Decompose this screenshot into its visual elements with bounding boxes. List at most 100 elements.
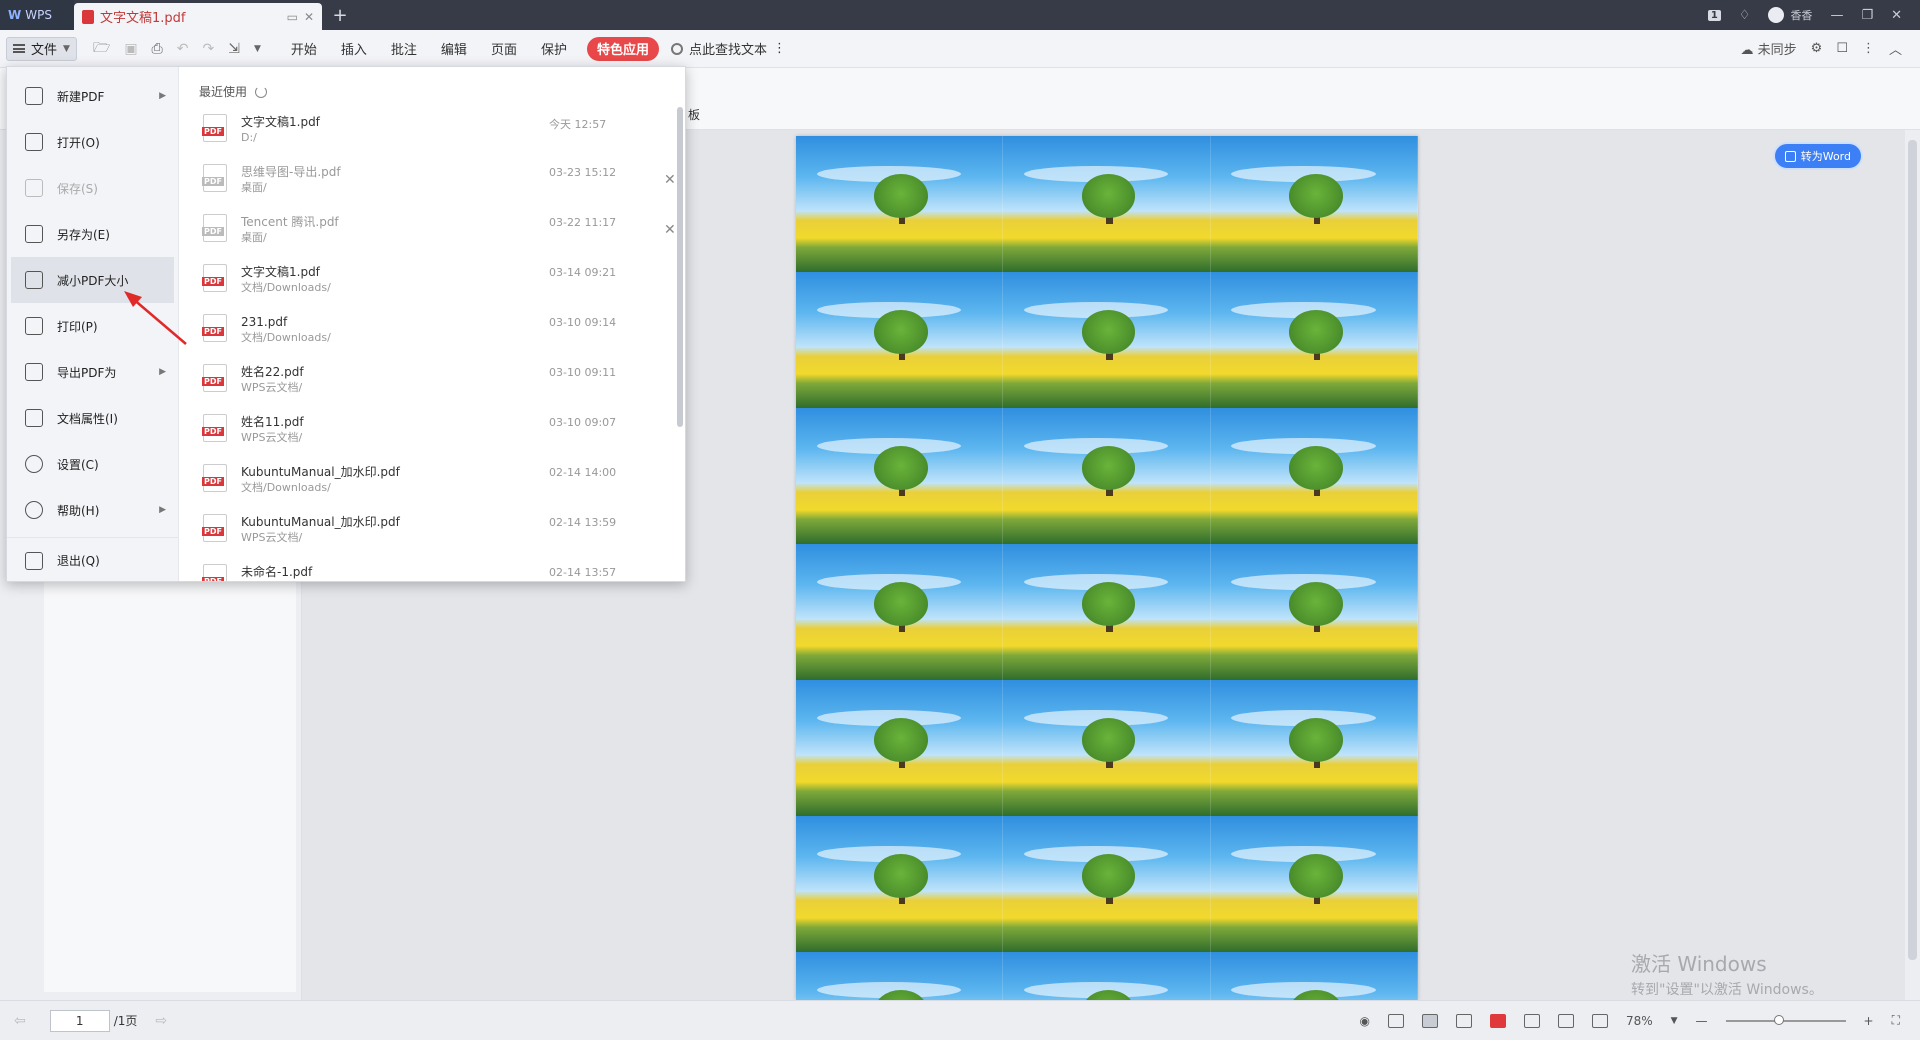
two-page-view-icon[interactable] (1455, 1013, 1472, 1028)
file-menu-item-print[interactable]: 打印(P) (7, 303, 178, 349)
title-bar: W WPS 文字文稿1.pdf ▭ ✕ + 1 ♢ 香香 — ❐ ✕ (0, 0, 1920, 30)
file-menu-item-reduce-pdf-size[interactable]: 减小PDF大小 (11, 257, 174, 303)
pdf-file-icon: PDF (202, 114, 227, 142)
skin-icon[interactable]: ♢ (1739, 8, 1751, 23)
help-icon (25, 501, 43, 519)
recent-file-row[interactable]: PDF 文字文稿1.pdf 文档/Downloads/03-14 09:21 (199, 258, 685, 308)
zoom-out-icon[interactable]: — (1696, 1014, 1708, 1028)
zoom-dropdown-icon[interactable]: ▼ (1671, 1016, 1678, 1026)
sync-status[interactable]: ☁ 未同步 (1741, 39, 1797, 58)
recent-file-row[interactable]: PDF 文字文稿1.pdf D:/ 今天 12:57 (199, 108, 685, 158)
eye-protect-icon[interactable]: ◉ (1359, 1014, 1369, 1028)
file-menu-item-open[interactable]: 打开(O) (7, 119, 178, 165)
file-menu-item-save-as[interactable]: 另存为(E) (7, 211, 178, 257)
find-text-button[interactable]: 点此查找文本 ⋮ (670, 39, 786, 58)
next-page-icon[interactable]: ⇨ (155, 1013, 167, 1029)
wps-logo-icon: W (8, 8, 22, 22)
landscape-image-tile (1003, 544, 1211, 680)
refresh-icon[interactable] (255, 85, 268, 98)
recent-file-row[interactable]: PDF KubuntuManual_加水印.pdf 文档/Downloads/02-… (199, 458, 685, 508)
tab-featured-apps[interactable]: 特色应用 (586, 36, 659, 61)
remove-recent-icon[interactable]: ✕ (664, 222, 676, 238)
fit-page-icon[interactable] (1557, 1013, 1574, 1028)
undo-icon[interactable]: ↶ (177, 41, 189, 57)
pdf-tag-icon: PDF (202, 527, 224, 536)
prev-page-icon[interactable]: ⇦ (14, 1013, 26, 1029)
recent-file-info: 思维导图-导出.pdf 桌面/ (241, 164, 341, 196)
more-dots-icon[interactable]: ⋮ (773, 41, 786, 56)
pdf-file-icon: PDF (202, 164, 227, 192)
convert-to-word-button[interactable]: 转为Word (1772, 142, 1863, 170)
tab-insert[interactable]: 插入 (329, 37, 379, 61)
watermark-line2: 转到"设置"以激活 Windows。 (1631, 982, 1823, 998)
landscape-image-tile (1003, 408, 1211, 544)
export-icon[interactable]: ⇲ (228, 41, 240, 57)
recent-file-row[interactable]: PDF 姓名11.pdf WPS云文档/03-10 09:07 (199, 408, 685, 458)
page-number-input[interactable]: 1 (49, 1009, 110, 1032)
restore-icon[interactable]: ❐ (1861, 8, 1873, 23)
recent-file-path: 桌面/ (241, 231, 267, 244)
remove-recent-icon[interactable]: ✕ (664, 172, 676, 188)
fullscreen-icon[interactable]: ⛶ (1892, 1013, 1900, 1028)
pin-icon[interactable]: ▭ (287, 10, 298, 24)
file-menu-item-exit[interactable]: 退出(Q) (7, 537, 178, 583)
file-menu-item-new-pdf[interactable]: 新建PDF ▶ (7, 73, 178, 119)
comment-icon[interactable]: ☐ (1836, 41, 1848, 56)
play-icon[interactable] (1489, 1013, 1506, 1028)
file-menu-item-save[interactable]: 保存(S) (7, 165, 178, 211)
close-tab-icon[interactable]: ✕ (304, 10, 314, 24)
vertical-scrollbar[interactable] (1905, 130, 1920, 1000)
print-icon[interactable]: ⎙ (152, 41, 163, 57)
convert-to-word-label: 转为Word (1800, 150, 1851, 163)
tab-edit[interactable]: 编辑 (429, 37, 479, 61)
tab-page[interactable]: 页面 (479, 37, 529, 61)
redo-icon[interactable]: ↷ (202, 41, 214, 57)
tab-protect[interactable]: 保护 (529, 37, 579, 61)
recent-file-row[interactable]: PDF Tencent 腾讯.pdf 桌面/03-22 11:17 ✕ (199, 208, 685, 258)
tab-annotate[interactable]: 批注 (379, 37, 429, 61)
actual-size-icon[interactable] (1591, 1013, 1608, 1028)
recent-file-row[interactable]: PDF 姓名22.pdf WPS云文档/03-10 09:11 (199, 358, 685, 408)
file-menu-item-settings[interactable]: 设置(C) (7, 441, 178, 487)
landscape-image-tile (796, 544, 1004, 680)
zoom-slider[interactable] (1725, 1014, 1846, 1025)
user-account[interactable]: 香香 (1768, 7, 1812, 23)
recent-files-scrollbar[interactable] (677, 107, 683, 427)
pdf-page[interactable] (796, 136, 1418, 1000)
single-page-view-icon[interactable] (1387, 1013, 1404, 1028)
open-folder-icon[interactable]: 🗁 (93, 37, 110, 61)
file-menu-item-help[interactable]: 帮助(H) ▶ (7, 487, 178, 533)
workspace-badge-icon[interactable]: 1 (1707, 9, 1721, 21)
file-menu-button[interactable]: 文件 ▼ (6, 36, 77, 61)
file-menu-commands: 新建PDF ▶ 打开(O) 保存(S) 另存为(E) 减小PDF大小 打印(P) 导出PDF为… (7, 67, 179, 581)
tab-start[interactable]: 开始 (279, 37, 329, 61)
continuous-view-icon[interactable] (1421, 1013, 1438, 1028)
settings-gear-icon[interactable]: ⚙ (1811, 41, 1823, 56)
new-tab-button[interactable]: + (322, 0, 358, 30)
submenu-arrow-icon: ▶ (159, 91, 166, 101)
tree-shape (1289, 582, 1343, 626)
file-menu-item-document-properties[interactable]: 文档属性(I) (7, 395, 178, 441)
fit-width-icon[interactable] (1523, 1013, 1540, 1028)
recent-file-row[interactable]: PDF 231.pdf 文档/Downloads/03-10 09:14 (199, 308, 685, 358)
document-tab[interactable]: 文字文稿1.pdf ▭ ✕ (74, 3, 322, 30)
zoom-slider-knob[interactable] (1773, 1014, 1784, 1025)
save-icon[interactable]: ▣ (124, 41, 137, 57)
more-vertical-icon[interactable]: ⋮ (1862, 41, 1875, 56)
file-menu-item-export-pdf[interactable]: 导出PDF为 ▶ (7, 349, 178, 395)
recent-file-name: 未命名-1.pdf (241, 565, 313, 579)
zoom-in-icon[interactable]: + (1864, 1014, 1874, 1028)
scrollbar-thumb[interactable] (1908, 140, 1917, 960)
collapse-ribbon-icon[interactable]: ︿ (1889, 39, 1902, 58)
more-chevron-icon[interactable]: ▼ (254, 44, 261, 54)
user-name: 香香 (1790, 9, 1813, 22)
wps-home-tab[interactable]: W WPS (0, 0, 74, 30)
landscape-image-tile (796, 136, 1004, 272)
zoom-level[interactable]: 78% (1626, 1014, 1653, 1028)
recent-file-row[interactable]: PDF 思维导图-导出.pdf 桌面/03-23 15:12 ✕ (199, 158, 685, 208)
minimize-icon[interactable]: — (1830, 8, 1843, 23)
recent-file-row[interactable]: PDF 未命名-1.pdf 02-14 13:57 (199, 558, 685, 581)
recent-file-row[interactable]: PDF KubuntuManual_加水印.pdf WPS云文档/02-14 13:… (199, 508, 685, 558)
avatar (1768, 7, 1785, 23)
close-window-icon[interactable]: ✕ (1891, 8, 1902, 23)
